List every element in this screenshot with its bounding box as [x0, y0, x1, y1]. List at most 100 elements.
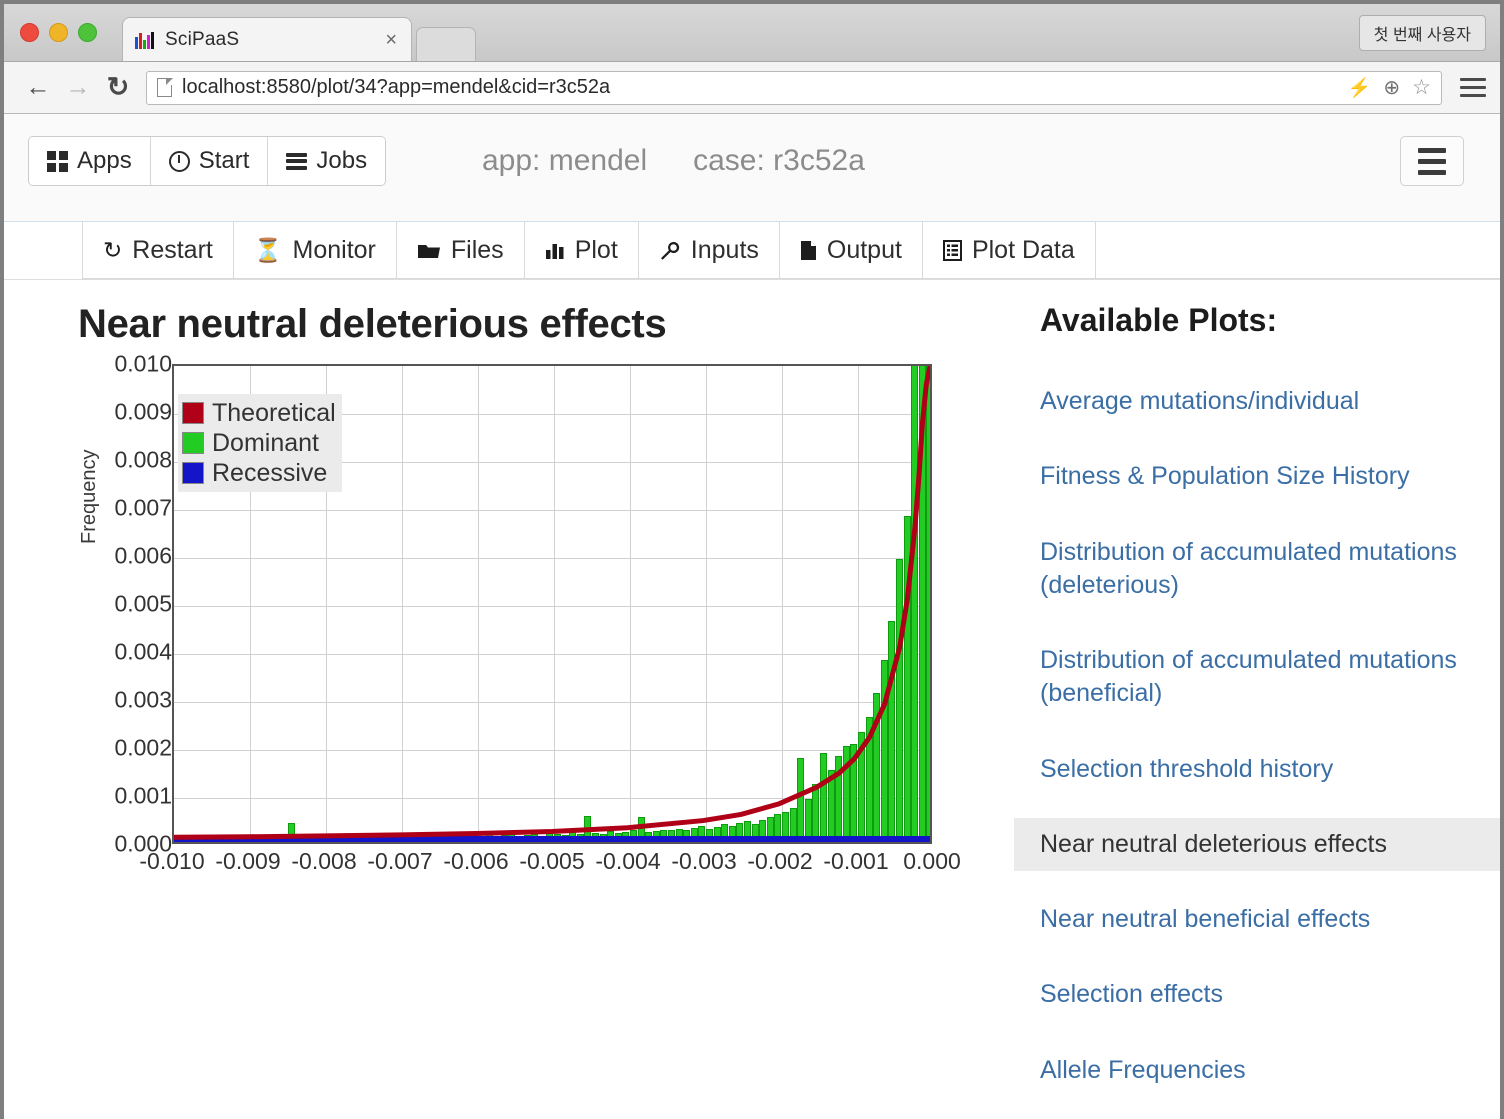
sidebar-plot-link[interactable]: Selection threshold history: [1014, 743, 1500, 796]
x-tick-label: -0.009: [215, 848, 281, 874]
close-tab-icon[interactable]: ×: [385, 30, 397, 50]
folder-icon: [417, 241, 441, 259]
legend-label-theoretical: Theoretical: [212, 398, 336, 427]
y-tick-label: 0.006: [114, 542, 172, 569]
case-id-label: case: r3c52a: [693, 144, 865, 177]
y-tick-label: 0.003: [114, 686, 172, 713]
document-icon: [800, 240, 817, 261]
sidebar-plot-link[interactable]: Distribution of accumulated mutations (d…: [1014, 526, 1500, 613]
sidebar-plot-link[interactable]: Distribution of accumulated mutations (b…: [1014, 634, 1500, 721]
app-header: Apps Start Jobs app: mendel case: r3c52a: [4, 114, 1500, 222]
apps-button[interactable]: Apps: [29, 137, 151, 185]
tab-monitor[interactable]: ⏳ Monitor: [233, 222, 397, 279]
sidebar-plot-link[interactable]: Selection effects: [1014, 968, 1500, 1021]
new-tab-button[interactable]: [416, 27, 476, 61]
browser-window: SciPaaS × 첫 번째 사용자 ← → ↻ localhost:8580/…: [0, 0, 1504, 1119]
y-tick-label: 0.010: [114, 350, 172, 377]
legend-label-recessive: Recessive: [212, 458, 328, 487]
zoom-icon[interactable]: ⊕: [1383, 75, 1400, 100]
y-tick-label: 0.007: [114, 494, 172, 521]
chart-figure: Frequency 0.000 0.001 0.002 0.003 0.004 0.005…: [72, 351, 972, 894]
legend-label-dominant: Dominant: [212, 428, 319, 457]
x-tick-label: -0.006: [443, 848, 509, 874]
tab-files[interactable]: Files: [396, 222, 525, 279]
tab-monitor-label: Monitor: [292, 235, 376, 264]
sidebar-plot-link[interactable]: Near neutral beneficial effects: [1014, 893, 1500, 946]
y-tick-label: 0.009: [114, 398, 172, 425]
x-tick-label: -0.005: [519, 848, 585, 874]
legend-swatch-recessive: [182, 462, 204, 484]
x-tick-label: 0.000: [903, 848, 961, 874]
restart-icon: ↻: [103, 236, 123, 263]
tab-plot[interactable]: Plot: [524, 222, 639, 279]
sidebar-plot-link[interactable]: Allele Frequencies: [1014, 1044, 1500, 1097]
tab-bar-spacer: [1095, 222, 1500, 279]
sidebar-plot-list: Average mutations/individual Fitness & Po…: [1014, 375, 1500, 1097]
start-button-label: Start: [198, 147, 250, 174]
sidebar-plot-link[interactable]: Near neutral deleterious effects: [1014, 817, 1500, 871]
chart-y-axis-ticks: 0.000 0.001 0.002 0.003 0.004 0.005 0.006 0.007…: [100, 351, 172, 857]
reload-icon[interactable]: ↻: [98, 72, 138, 103]
legend-swatch-theoretical: [182, 402, 204, 424]
chart-legend: Theoretical Dominant Recessive: [178, 394, 342, 492]
tab-restart-label: Restart: [132, 235, 213, 264]
hourglass-icon: ⏳: [253, 236, 283, 263]
tab-inputs-label: Inputs: [690, 235, 759, 264]
chart-plot-area: Theoretical Dominant Recessive: [172, 364, 932, 844]
maximize-window-button[interactable]: [78, 23, 97, 42]
app-menu-button[interactable]: [1400, 136, 1464, 186]
wrench-icon: [659, 240, 681, 260]
app-case-meta: app: mendel case: r3c52a: [482, 144, 865, 178]
x-tick-label: -0.001: [823, 848, 889, 874]
apps-button-label: Apps: [77, 147, 132, 174]
sidebar-plot-link[interactable]: Fitness & Population Size History: [1014, 450, 1500, 503]
url-text: localhost:8580/plot/34?app=mendel&cid=r3…: [182, 76, 611, 98]
plot-column: Near neutral deleterious effects Frequen…: [4, 280, 1004, 1119]
tab-plot-data[interactable]: Plot Data: [922, 222, 1096, 279]
scipaas-favicon-icon: [135, 31, 155, 49]
available-plots-sidebar: Available Plots: Average mutations/indiv…: [1004, 280, 1500, 1119]
jobs-button[interactable]: Jobs: [268, 137, 386, 185]
x-tick-label: -0.010: [139, 848, 205, 874]
chart-ylabel: Frequency: [78, 449, 100, 545]
bookmark-star-icon[interactable]: ☆: [1412, 75, 1431, 100]
y-tick-label: 0.005: [114, 590, 172, 617]
y-tick-label: 0.004: [114, 638, 172, 665]
x-tick-label: -0.007: [367, 848, 433, 874]
jobs-button-label: Jobs: [316, 147, 368, 174]
y-tick-label: 0.002: [114, 734, 172, 761]
stack-icon: [286, 152, 308, 170]
tab-plot-data-label: Plot Data: [971, 235, 1075, 264]
legend-item-recessive: Recessive: [182, 458, 336, 488]
page-info-icon: [157, 77, 173, 97]
browser-tab-title: SciPaaS: [165, 28, 240, 50]
forward-icon[interactable]: →: [58, 73, 98, 102]
back-icon[interactable]: ←: [18, 73, 58, 102]
start-button[interactable]: Start: [150, 137, 269, 185]
x-tick-label: -0.008: [291, 848, 357, 874]
browser-menu-icon[interactable]: [1460, 78, 1486, 97]
tab-inputs[interactable]: Inputs: [638, 222, 780, 279]
x-tick-label: -0.003: [671, 848, 737, 874]
y-tick-label: 0.008: [114, 446, 172, 473]
tab-plot-label: Plot: [574, 235, 618, 264]
url-bar-actions: ⚡ ⊕ ☆: [1348, 75, 1431, 100]
url-bar[interactable]: localhost:8580/plot/34?app=mendel&cid=r3…: [146, 70, 1442, 105]
legend-item-theoretical: Theoretical: [182, 398, 336, 428]
play-circle-icon: [168, 150, 190, 172]
tab-strip: SciPaaS ×: [122, 17, 476, 61]
profile-button[interactable]: 첫 번째 사용자: [1358, 15, 1486, 51]
lightning-icon[interactable]: ⚡: [1348, 76, 1372, 100]
legend-item-dominant: Dominant: [182, 428, 336, 458]
tab-restart[interactable]: ↻ Restart: [82, 222, 234, 279]
close-window-button[interactable]: [20, 23, 39, 42]
chart-x-axis-ticks: -0.010 -0.009 -0.008 -0.007 -0.006 -0.005 -0.0…: [139, 848, 960, 888]
chart-title: Near neutral deleterious effects: [78, 302, 667, 346]
app-nav-button-group: Apps Start Jobs: [28, 136, 387, 186]
minimize-window-button[interactable]: [49, 23, 68, 42]
browser-tab-scipaas[interactable]: SciPaaS ×: [122, 17, 412, 61]
list-document-icon: [942, 239, 962, 261]
tab-output[interactable]: Output: [779, 222, 923, 279]
legend-swatch-dominant: [182, 432, 204, 454]
sidebar-plot-link[interactable]: Average mutations/individual: [1014, 375, 1500, 428]
